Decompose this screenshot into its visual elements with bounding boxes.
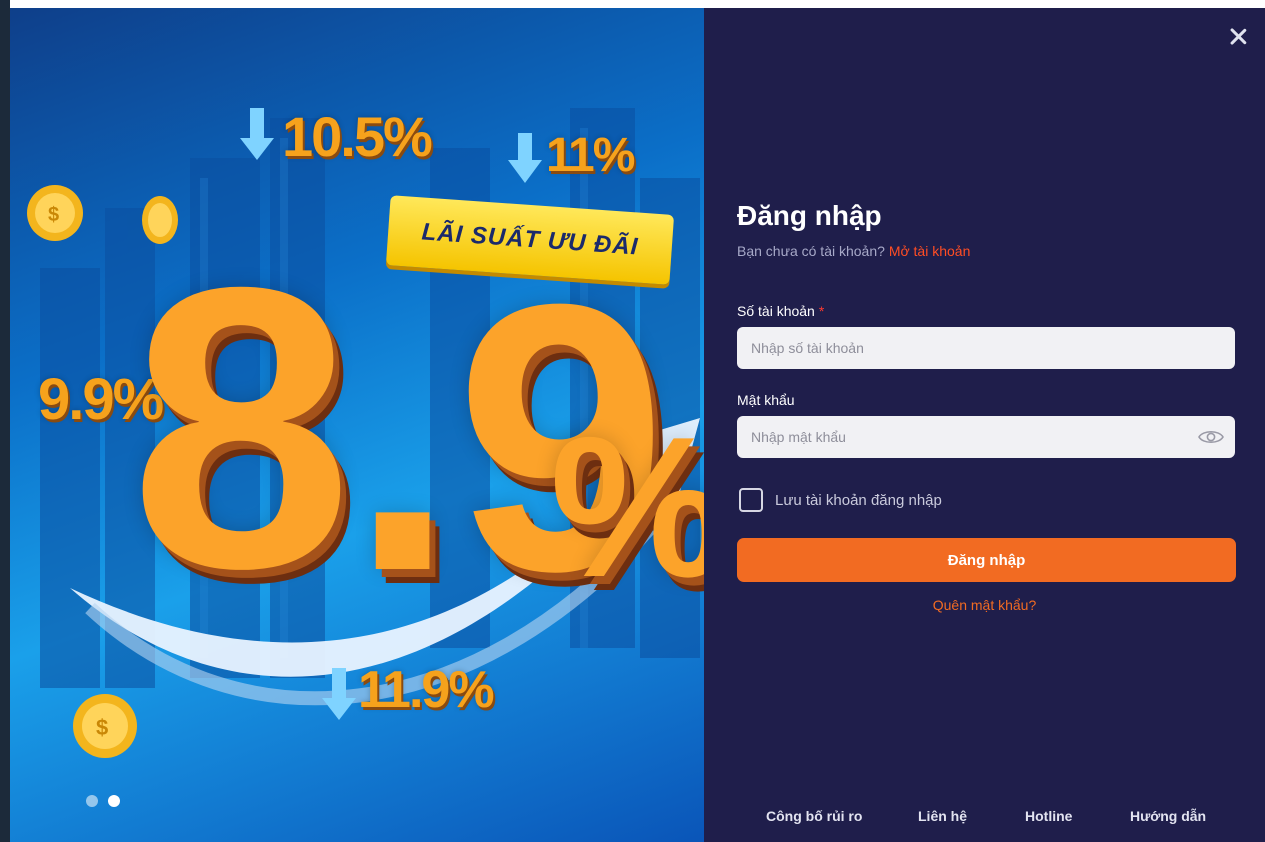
open-account-link[interactable]: Mở tài khoản — [889, 243, 971, 259]
rate-label: 10.5% — [282, 105, 433, 168]
remember-label: Lưu tài khoản đăng nhập — [775, 491, 942, 509]
promo-percent-sign: % — [550, 408, 704, 608]
footer-link-risk-disclosure[interactable]: Công bố rủi ro — [766, 808, 862, 824]
login-button[interactable]: Đăng nhập — [737, 538, 1236, 582]
account-number-input[interactable] — [737, 327, 1235, 369]
carousel-dot[interactable] — [86, 795, 98, 807]
account-label: Số tài khoản * — [737, 303, 824, 319]
password-input[interactable] — [737, 416, 1235, 458]
login-title: Đăng nhập — [737, 200, 882, 231]
rate-label: 11% — [546, 129, 635, 182]
no-account-text: Bạn chưa có tài khoản? — [737, 243, 885, 259]
signup-prompt: Bạn chưa có tài khoản? Mở tài khoản — [737, 243, 970, 259]
promo-banner[interactable]: $ $ 10.5% 11% 9.9% 11.9% LÃI SUẤT ƯU ĐÃI… — [10, 8, 704, 842]
rate-label: 11.9% — [358, 661, 495, 719]
remember-account[interactable]: Lưu tài khoản đăng nhập — [739, 488, 942, 512]
remember-checkbox[interactable] — [739, 488, 763, 512]
footer-link-contact[interactable]: Liên hệ — [918, 808, 967, 824]
carousel-dot-active[interactable] — [108, 795, 120, 807]
eye-icon[interactable] — [1198, 428, 1224, 446]
svg-text:$: $ — [96, 715, 108, 740]
window-edge — [0, 0, 10, 842]
required-mark: * — [818, 303, 825, 319]
footer-links: Công bố rủi ro Liên hệ Hotline Hướng dẫn — [704, 808, 1265, 828]
coin-icon: $ — [27, 185, 83, 241]
close-icon[interactable] — [1225, 24, 1251, 50]
svg-text:$: $ — [48, 204, 59, 226]
footer-link-guide[interactable]: Hướng dẫn — [1130, 808, 1206, 824]
login-panel: Đăng nhập Bạn chưa có tài khoản? Mở tài … — [704, 8, 1265, 842]
account-label-text: Số tài khoản — [737, 303, 815, 319]
password-label: Mật khẩu — [737, 392, 795, 408]
footer-link-hotline[interactable]: Hotline — [1025, 808, 1072, 824]
carousel-dots — [86, 795, 120, 807]
forgot-password-link[interactable]: Quên mật khẩu? — [704, 597, 1265, 613]
promo-big-digit: 8 — [130, 204, 353, 651]
